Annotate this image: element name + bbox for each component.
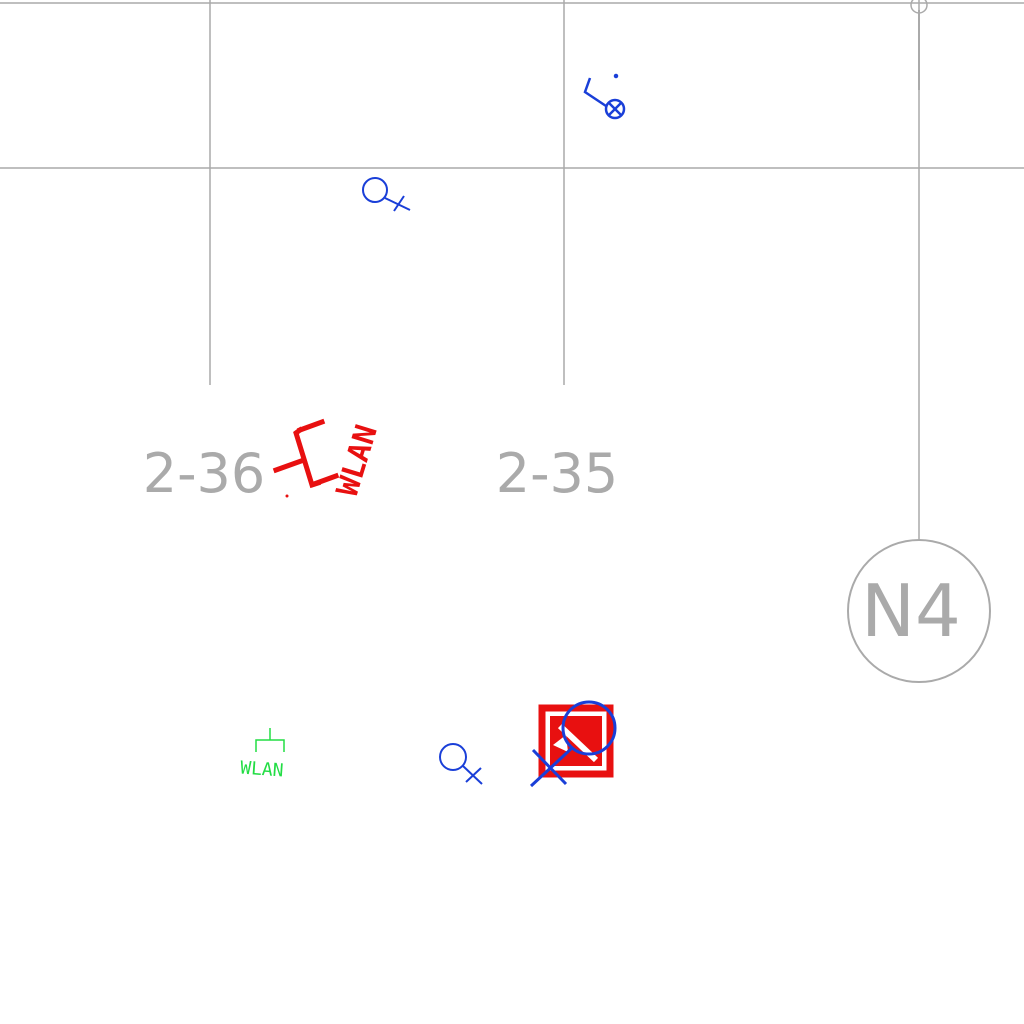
wlan-green-label: WLAN	[240, 758, 285, 782]
room-label-2-35: 2-35	[496, 442, 619, 505]
wlan-access-point-icon: WLAN	[272, 418, 385, 500]
room-label-2-36: 2-36	[143, 442, 266, 505]
wlan-green-icon: WLAN	[240, 728, 285, 781]
fire-alarm-icon	[538, 704, 614, 778]
outlet-symbol-icon	[439, 743, 483, 785]
wlan-red-label: WLAN	[330, 421, 385, 500]
floorplan-drawing: N4 2-36 2-35 WLAN WLAN	[0, 0, 1024, 788]
floorplan-canvas: N4 2-36 2-35 WLAN WLAN	[0, 0, 1024, 1024]
grid-marker-n4: N4	[847, 539, 991, 683]
outlet-symbol-icon	[362, 177, 411, 212]
light-fixture-icon	[583, 73, 626, 120]
grid-marker-label: N4	[861, 569, 961, 653]
